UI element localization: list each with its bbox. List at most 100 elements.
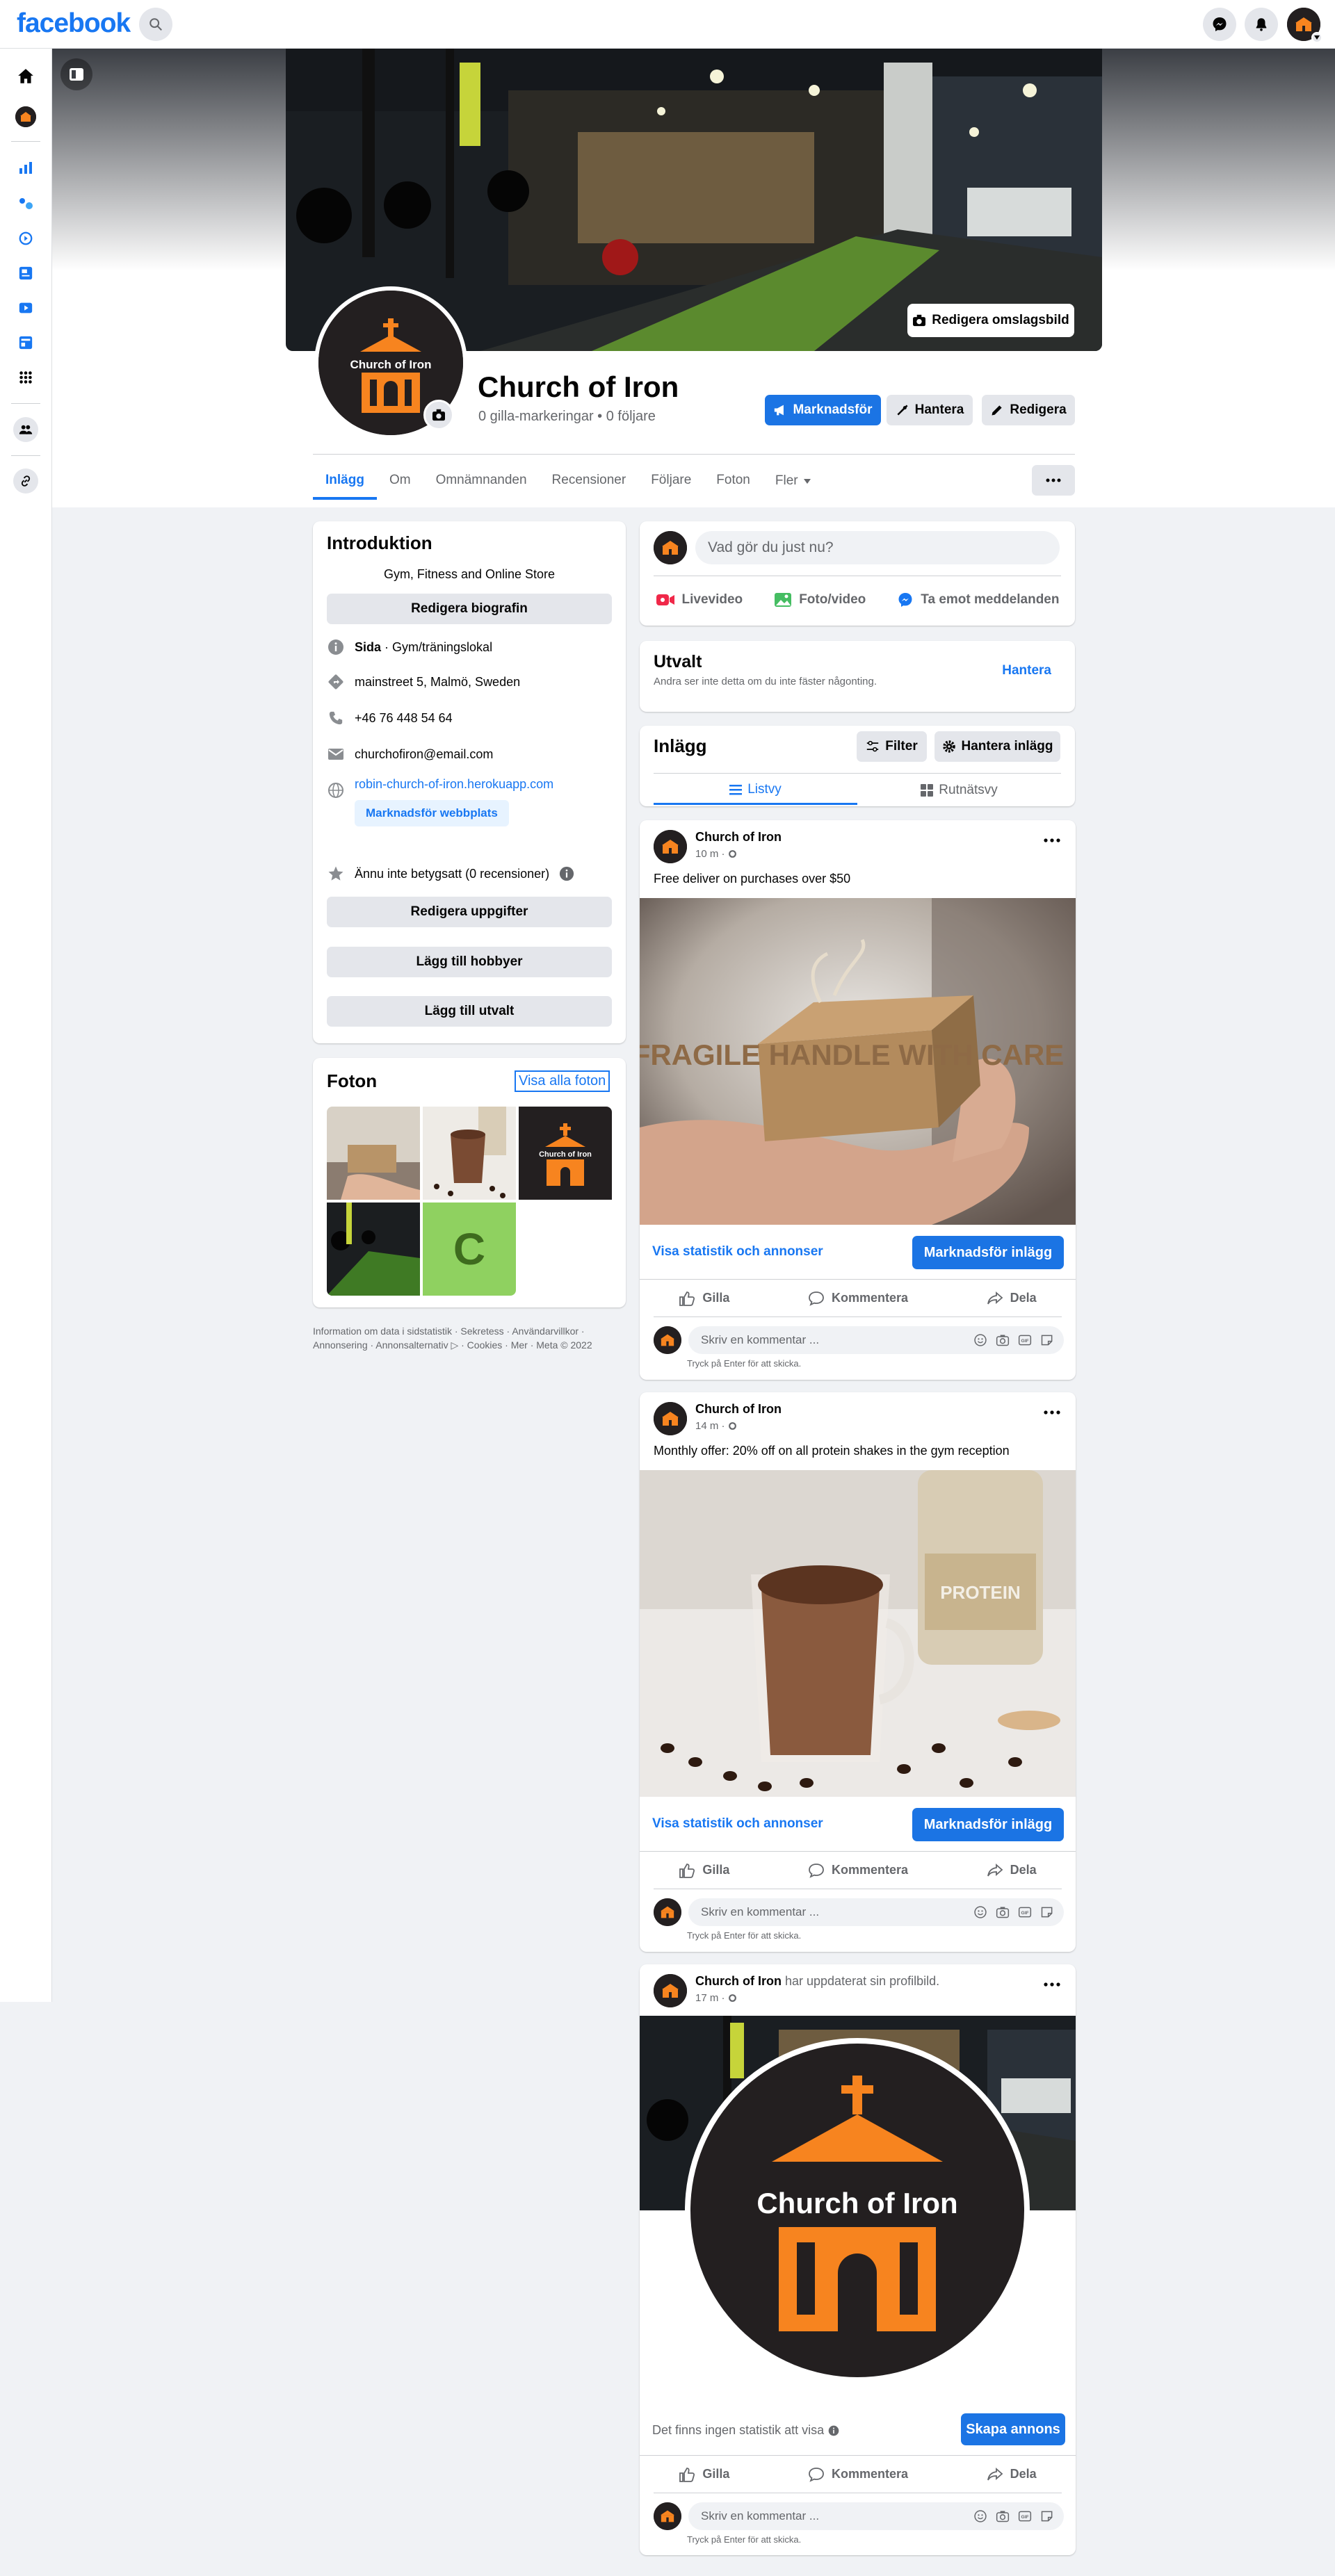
page-avatar[interactable] (15, 106, 36, 127)
post-author-name[interactable]: Church of Iron (695, 1974, 782, 1988)
update-profile-picture-camera-icon[interactable] (423, 400, 454, 430)
comment-button[interactable]: Kommentera (808, 2467, 908, 2482)
ad-center-icon[interactable] (15, 228, 36, 249)
post-options-icon[interactable] (1044, 1982, 1060, 1987)
view-insights-link[interactable]: Visa statistik och annonser (652, 1244, 823, 1260)
photo-thumbnail-letter[interactable]: C (423, 1203, 516, 1296)
commenter-avatar[interactable] (654, 1898, 681, 1926)
composer-input[interactable]: Vad gör du just nu? (695, 531, 1060, 564)
sticker-icon[interactable] (1040, 2509, 1054, 2523)
post-author-avatar[interactable] (654, 830, 687, 863)
get-messages-button[interactable]: Ta emot meddelanden (897, 592, 1059, 608)
post-timestamp[interactable]: 14 m · (695, 1420, 725, 1432)
camera-icon[interactable] (996, 2509, 1010, 2523)
page-quality-icon[interactable] (15, 332, 36, 353)
website-link[interactable]: robin-church-of-iron.herokuapp.com (355, 777, 553, 792)
post-timestamp[interactable]: 17 m · (695, 1992, 725, 2004)
search-icon[interactable] (139, 8, 172, 41)
edit-bio-button[interactable]: Redigera biografin (327, 594, 612, 624)
notifications-bell-icon[interactable] (1245, 8, 1278, 41)
info-icon[interactable] (828, 2425, 839, 2436)
photo-thumbnail-logo[interactable]: Church of Iron (519, 1107, 612, 1200)
more-options-button[interactable] (1032, 465, 1075, 496)
comment-button[interactable]: Kommentera (808, 1863, 908, 1878)
toggle-sidebar-icon[interactable] (60, 58, 92, 90)
facebook-logo[interactable]: facebook (17, 8, 131, 39)
footer-links[interactable]: Information om data i sidstatistik · Sek… (313, 1324, 626, 1352)
live-video-button[interactable]: Livevideo (656, 592, 743, 608)
gif-icon[interactable]: GIF (1018, 1333, 1032, 1347)
home-icon[interactable] (15, 66, 36, 87)
commenter-avatar[interactable] (654, 2502, 681, 2530)
composer-avatar[interactable] (654, 531, 687, 564)
sticker-icon[interactable] (1040, 1905, 1054, 1919)
messenger-icon[interactable] (1203, 8, 1236, 41)
all-tools-grid-icon[interactable] (15, 367, 36, 388)
share-button[interactable]: Dela (987, 1291, 1037, 1306)
post-image-protein-shake[interactable]: PROTEIN (640, 1470, 1076, 1797)
creator-studio-icon[interactable] (15, 297, 36, 318)
gif-icon[interactable]: GIF (1018, 1905, 1032, 1919)
post-author-name[interactable]: Church of Iron (695, 830, 782, 844)
post-author-avatar[interactable] (654, 1402, 687, 1435)
post-image-package[interactable]: FRAGILE HANDLE WITH CARE (640, 898, 1076, 1225)
post-author-avatar[interactable] (654, 1974, 687, 2007)
filter-button[interactable]: Filter (857, 731, 927, 762)
emoji-icon[interactable] (973, 1333, 987, 1347)
edit-page-button[interactable]: Redigera (982, 395, 1075, 425)
tab-about[interactable]: Om (377, 462, 423, 500)
tab-more[interactable]: Fler (763, 462, 823, 500)
post-options-icon[interactable] (1044, 1410, 1060, 1415)
rating-info-icon[interactable] (559, 866, 574, 881)
tab-followers[interactable]: Följare (638, 462, 704, 500)
list-view-tab[interactable]: Listvy (654, 776, 857, 805)
edit-details-button[interactable]: Redigera uppgifter (327, 897, 612, 927)
manage-button[interactable]: Hantera (887, 395, 973, 425)
gif-icon[interactable]: GIF (1018, 2509, 1032, 2523)
comment-input[interactable]: Skriv en kommentar ... GIF (688, 1898, 1064, 1926)
emoji-icon[interactable] (973, 2509, 987, 2523)
like-button[interactable]: Gilla (679, 2467, 729, 2482)
camera-icon[interactable] (996, 1905, 1010, 1919)
emoji-icon[interactable] (973, 1905, 987, 1919)
view-insights-link[interactable]: Visa statistik och annonser (652, 1816, 823, 1832)
like-button[interactable]: Gilla (679, 1863, 729, 1878)
post-author-name[interactable]: Church of Iron (695, 1402, 782, 1416)
add-featured-button[interactable]: Lägg till utvalt (327, 996, 612, 1027)
camera-icon[interactable] (996, 1333, 1010, 1347)
people-icon[interactable] (13, 417, 38, 442)
featured-manage-link[interactable]: Hantera (1002, 663, 1051, 678)
link-icon[interactable] (13, 468, 38, 494)
commenter-avatar[interactable] (654, 1326, 681, 1354)
photo-thumbnail-gym[interactable] (327, 1203, 420, 1296)
boost-post-button[interactable]: Marknadsför inlägg (912, 1808, 1064, 1841)
meta-business-icon[interactable] (15, 193, 36, 214)
account-chevron-down-icon[interactable] (1311, 32, 1322, 43)
photo-thumbnail-protein-shake[interactable] (423, 1107, 516, 1200)
photo-video-button[interactable]: Foto/video (774, 592, 866, 608)
insights-chart-icon[interactable] (15, 157, 36, 178)
comment-button[interactable]: Kommentera (808, 1291, 908, 1306)
create-ad-button[interactable]: Skapa annons (961, 2413, 1065, 2445)
tab-posts[interactable]: Inlägg (313, 462, 377, 500)
grid-view-tab[interactable]: Rutnätsvy (857, 776, 1061, 805)
promote-website-button[interactable]: Marknadsför webbplats (355, 800, 509, 826)
see-all-photos-link[interactable]: Visa alla foton (515, 1070, 610, 1092)
sticker-icon[interactable] (1040, 1333, 1054, 1347)
comment-input[interactable]: Skriv en kommentar ... GIF (688, 2502, 1064, 2530)
tab-reviews[interactable]: Recensioner (540, 462, 639, 500)
share-button[interactable]: Dela (987, 1863, 1037, 1878)
comment-input[interactable]: Skriv en kommentar ... GIF (688, 1326, 1064, 1354)
like-button[interactable]: Gilla (679, 1291, 729, 1306)
photo-thumbnail-package[interactable] (327, 1107, 420, 1200)
publishing-tools-icon[interactable] (15, 263, 36, 284)
manage-posts-button[interactable]: Hantera inlägg (934, 731, 1060, 762)
edit-cover-button[interactable]: Redigera omslagsbild (907, 304, 1074, 337)
add-hobbies-button[interactable]: Lägg till hobbyer (327, 947, 612, 977)
boost-post-button[interactable]: Marknadsför inlägg (912, 1236, 1064, 1269)
tab-photos[interactable]: Foton (704, 462, 763, 500)
share-button[interactable]: Dela (987, 2467, 1037, 2482)
post-options-icon[interactable] (1044, 838, 1060, 842)
promote-button[interactable]: Marknadsför (765, 395, 881, 425)
post-image-profile-update[interactable]: Church of Iron (640, 2016, 1076, 2405)
